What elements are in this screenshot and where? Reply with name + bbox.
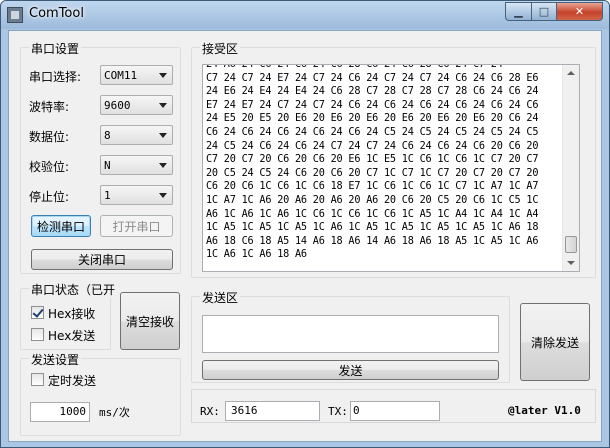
- receive-line: 1C A7 1C A6 20 A6 20 A6 20 A6 20 C6 20 C…: [206, 194, 539, 206]
- receive-line: C6 20 C6 1C C6 1C C6 18 E7 1C C6 1C C6 1…: [206, 181, 539, 193]
- window-title: ComTool: [29, 6, 84, 21]
- chevron-down-icon: [159, 133, 167, 138]
- databits-value: 8: [104, 129, 111, 142]
- port-label: 串口选择:: [29, 70, 82, 84]
- receive-scrollbar[interactable]: [562, 65, 579, 271]
- scroll-up-icon[interactable]: [567, 71, 575, 75]
- parity-label: 校验位:: [29, 160, 70, 174]
- receive-line: 24 C5 24 C6 24 C6 24 C7 24 C7 24 C6 24 C…: [206, 140, 539, 152]
- send-settings-group: 发送设置: [20, 351, 181, 436]
- scroll-thumb[interactable]: [565, 236, 577, 253]
- clear-send-button[interactable]: 清除发送: [520, 303, 590, 381]
- receive-line: A6 18 C6 18 A5 14 A6 18 A6 14 A6 18 A6 1…: [206, 235, 539, 247]
- app-window: ComTool ▁ □ ✕ 串口设置 串口选择: COM11 波特率: 9600…: [0, 0, 610, 448]
- tx-value: 0: [353, 404, 360, 417]
- stopbits-select[interactable]: 1: [100, 185, 173, 205]
- close-window-button[interactable]: ✕: [556, 2, 603, 21]
- receive-lines: 24 A6 24 C6 24 C6 24 C6 28 C6 24 C6 28 C…: [206, 64, 562, 262]
- receive-line: 24 E6 24 E4 24 E4 24 C6 28 C7 28 C7 28 C…: [206, 86, 539, 98]
- interval-value: 1000: [59, 405, 87, 418]
- baud-select[interactable]: 9600: [100, 95, 173, 115]
- send-group-title: 发送区: [200, 289, 241, 306]
- clear-receive-button[interactable]: 清空接收: [120, 292, 180, 350]
- send-button[interactable]: 发送: [202, 360, 499, 380]
- receive-line: 24 E5 20 E5 20 E6 20 E6 20 E6 20 E6 20 E…: [206, 113, 539, 125]
- client-area: 串口设置 串口选择: COM11 波特率: 9600 数据位: 8 校验位: N…: [8, 30, 602, 442]
- detect-port-button[interactable]: 检测串口: [31, 215, 91, 237]
- receive-line: E7 24 E7 24 C7 24 C7 24 C6 24 C6 24 C6 2…: [206, 99, 539, 111]
- send-settings-title: 发送设置: [29, 351, 82, 368]
- scroll-down-icon[interactable]: [567, 261, 575, 265]
- maximize-button[interactable]: □: [531, 2, 557, 21]
- rx-count: 3616: [225, 401, 320, 421]
- hex-recv-checkbox[interactable]: [31, 306, 44, 319]
- parity-select[interactable]: N: [100, 155, 173, 175]
- receive-line: A6 1C A6 1C A6 1C C6 1C C6 1C C6 1C A5 1…: [206, 208, 539, 220]
- receive-line: 20 C5 24 C5 24 C6 20 C6 20 C7 1C C7 1C C…: [206, 167, 539, 179]
- chevron-down-icon: [159, 163, 167, 168]
- stopbits-label: 停止位:: [29, 190, 70, 204]
- tx-label: TX:: [328, 405, 348, 418]
- open-port-button[interactable]: 打开串口: [100, 215, 173, 237]
- databits-select[interactable]: 8: [100, 125, 173, 145]
- rx-label: RX:: [200, 405, 220, 418]
- timed-send-checkbox[interactable]: [31, 373, 44, 386]
- minimize-button[interactable]: ▁: [505, 2, 532, 21]
- stopbits-value: 1: [104, 189, 111, 202]
- timed-send-label: 定时发送: [48, 374, 97, 388]
- close-icon: ✕: [574, 5, 585, 18]
- chevron-down-icon: [159, 73, 167, 78]
- receive-line: 24 A6 24 C6 24 C6 24 C6 28 C6 24 C6 28 C…: [206, 64, 503, 70]
- baud-value: 9600: [104, 99, 131, 112]
- receive-line: C6 24 C6 24 C6 24 C6 24 C6 24 C5 24 C5 2…: [206, 126, 539, 138]
- port-value: COM11: [104, 69, 138, 82]
- receive-textarea[interactable]: 24 A6 24 C6 24 C6 24 C6 28 C6 24 C6 28 C…: [202, 64, 580, 272]
- app-icon: [7, 7, 23, 23]
- close-port-button[interactable]: 关闭串口: [31, 249, 173, 270]
- rx-value: 3616: [231, 404, 258, 417]
- hex-send-checkbox[interactable]: [31, 328, 44, 341]
- receive-line: C7 20 C7 20 C6 20 C6 20 E6 1C E5 1C C6 1…: [206, 154, 539, 166]
- receive-line: 1C A5 1C A5 1C A5 1C A6 1C A5 1C A5 1C A…: [206, 222, 539, 234]
- chevron-down-icon: [159, 193, 167, 198]
- status-group-title: 串口状态（已开: [29, 281, 118, 298]
- tx-count: 0: [350, 401, 440, 421]
- port-select[interactable]: COM11: [100, 65, 173, 85]
- databits-label: 数据位:: [29, 130, 70, 144]
- receive-group-title: 接受区: [200, 40, 241, 57]
- title-bar[interactable]: ComTool ▁ □ ✕: [1, 1, 609, 29]
- baud-label: 波特率:: [29, 100, 70, 114]
- chevron-down-icon: [159, 103, 167, 108]
- send-input[interactable]: [202, 315, 499, 353]
- hex-send-label: Hex发送: [48, 329, 96, 343]
- hex-recv-label: Hex接收: [48, 307, 96, 321]
- receive-line: C7 24 C7 24 E7 24 C7 24 C6 24 C7 24 C7 2…: [206, 72, 539, 84]
- minimize-icon: ▁: [514, 5, 523, 18]
- parity-value: N: [104, 159, 111, 172]
- interval-unit: ms/次: [99, 406, 130, 419]
- author-version: @later V1.0: [508, 404, 581, 417]
- maximize-icon: □: [538, 5, 550, 18]
- serial-settings-title: 串口设置: [29, 40, 82, 57]
- receive-line: 1C A6 1C A6 18 A6: [206, 249, 307, 261]
- interval-input[interactable]: 1000: [30, 402, 90, 422]
